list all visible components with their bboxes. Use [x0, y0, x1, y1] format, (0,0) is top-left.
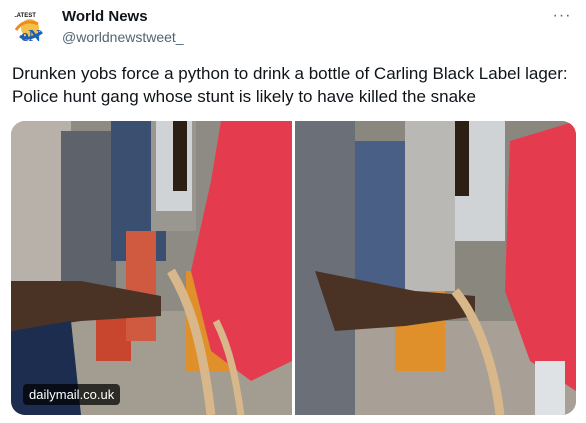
world-news-logo-icon: eN LATEST	[13, 13, 43, 44]
account-handle[interactable]: @worldnewstweet_	[62, 29, 184, 45]
tweet-media[interactable]: dailymail.co.uk	[11, 121, 576, 415]
svg-text:eN: eN	[21, 26, 42, 44]
avatar-label: LATEST	[13, 13, 36, 19]
account-avatar[interactable]: eN LATEST	[12, 8, 48, 44]
media-image-right[interactable]	[295, 121, 576, 415]
more-options-icon: ···	[552, 7, 572, 24]
tweet-text: Drunken yobs force a python to drink a b…	[12, 64, 568, 106]
more-options-button[interactable]: ···	[550, 4, 574, 28]
media-image-left[interactable]	[11, 121, 292, 415]
account-display-name[interactable]: World News	[62, 8, 148, 25]
source-badge: dailymail.co.uk	[23, 384, 121, 405]
